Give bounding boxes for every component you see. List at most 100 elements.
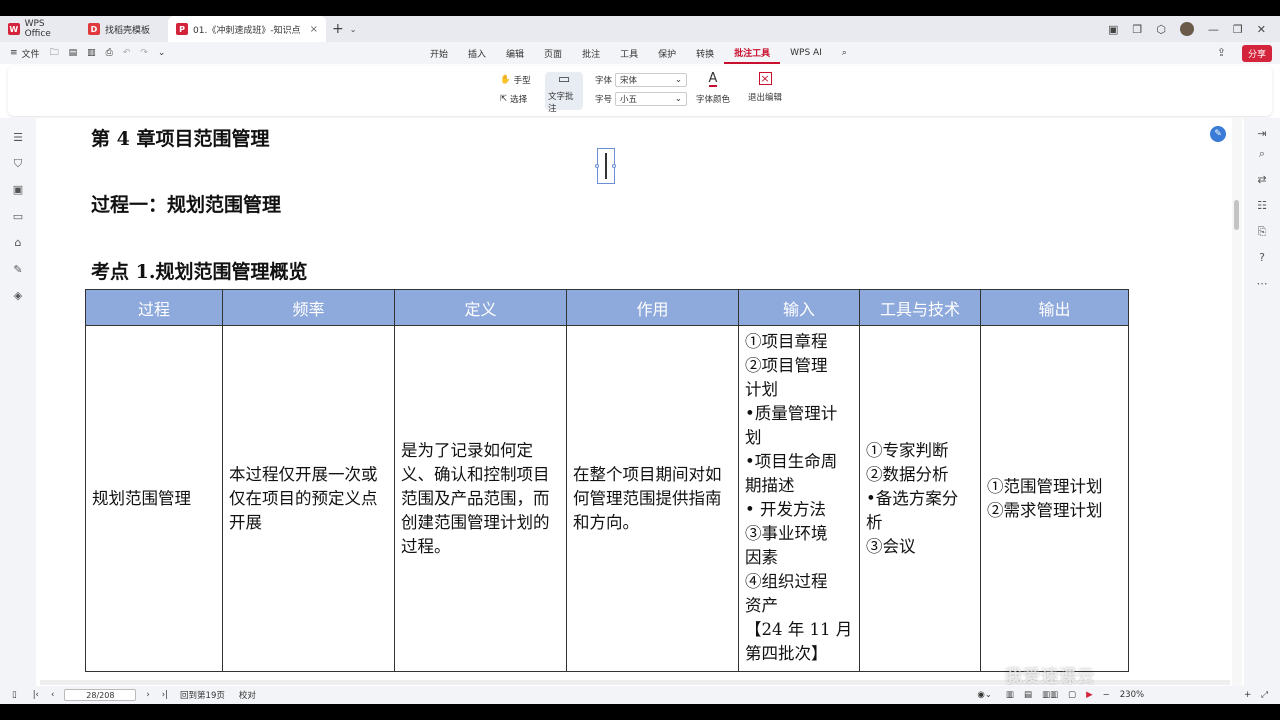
search-icon[interactable]: ⌕: [1256, 148, 1268, 160]
single-page-icon[interactable]: ▥: [1006, 690, 1014, 700]
cell-definition: 是为了记录如何定义、确认和控制项目范围及产品范围，而创建范围管理计划的过程。: [394, 325, 567, 672]
page-number-input[interactable]: 28/208: [64, 689, 137, 701]
screenshot-icon[interactable]: ▣: [1108, 23, 1118, 36]
window-mode-icon[interactable]: ❐: [1132, 23, 1142, 36]
first-page-icon[interactable]: |‹: [33, 690, 39, 700]
proofread-button[interactable]: 校对: [239, 689, 256, 701]
cloud-sync-icon[interactable]: ⇪: [1217, 46, 1226, 59]
layers-icon[interactable]: ◈: [12, 290, 24, 302]
redo-icon[interactable]: ↷: [140, 48, 148, 58]
goto-page-link[interactable]: 回到第19页: [180, 689, 225, 701]
menu-icon[interactable]: ≡: [10, 48, 18, 58]
zoom-level[interactable]: 230%: [1120, 690, 1144, 700]
tab-insert[interactable]: 插入: [458, 42, 496, 64]
translate-icon[interactable]: ⇄: [1256, 174, 1268, 186]
new-tab-icon[interactable]: +: [326, 21, 350, 37]
thumbnail-icon[interactable]: ▣: [12, 184, 24, 196]
close-tab-icon[interactable]: ×: [310, 24, 318, 35]
cell-inputs: ①项目章程 ②项目管理 计划 •质量管理计 划 •项目生命周 期描述 • 开发方…: [738, 325, 860, 672]
text-comment-button[interactable]: ▭ 文字批注: [548, 72, 580, 114]
tab-convert[interactable]: 转换: [686, 42, 724, 64]
tag-icon[interactable]: ⌂: [12, 237, 24, 249]
tab-edit[interactable]: 编辑: [496, 42, 534, 64]
zoom-out-icon[interactable]: −: [1103, 690, 1110, 700]
resize-handle[interactable]: [612, 164, 616, 168]
float-tool-icon[interactable]: ✎: [1210, 126, 1226, 142]
cursor-icon: ⇱: [500, 94, 508, 104]
wps-logo-icon: W: [8, 23, 20, 35]
collapse-icon[interactable]: ⇥: [1256, 128, 1268, 140]
tab-label: WPS Office: [24, 19, 51, 39]
export-doc-icon[interactable]: ⎘: [1256, 226, 1268, 238]
settings-sliders-icon[interactable]: ☷: [1256, 200, 1268, 212]
share-button[interactable]: 分享: [1241, 45, 1272, 62]
bookmark-icon[interactable]: ⛉: [12, 158, 24, 170]
hand-icon: ✋: [500, 75, 511, 85]
continuous-icon[interactable]: ▤: [1024, 690, 1032, 700]
undo-icon[interactable]: ↶: [123, 48, 131, 58]
exit-edit-button[interactable]: × 退出编辑: [746, 72, 784, 103]
tool-line: 析: [866, 512, 883, 532]
size-select[interactable]: 小五 ⌄: [615, 92, 688, 106]
resize-handle[interactable]: [595, 164, 599, 168]
save-icon[interactable]: ▤: [69, 48, 78, 58]
input-line: 因素: [745, 548, 778, 567]
tab-wps-ai[interactable]: WPS AI: [780, 42, 832, 64]
double-page-icon[interactable]: ▥▥: [1042, 690, 1058, 700]
tab-label: 找稻壳模板: [105, 25, 151, 36]
cube-icon[interactable]: ⬡: [1156, 23, 1166, 36]
help-icon[interactable]: ?: [1256, 252, 1268, 264]
tab-protect[interactable]: 保护: [648, 42, 686, 64]
next-page-icon[interactable]: ›: [146, 690, 149, 700]
font-color-button[interactable]: A 字体颜色: [692, 72, 734, 105]
tab-wps-home[interactable]: W WPS Office: [0, 16, 80, 42]
tab-tools[interactable]: 工具: [610, 42, 648, 64]
tab-docer-template[interactable]: D 找稻壳模板: [80, 16, 168, 42]
vertical-scrollbar[interactable]: [1232, 118, 1242, 686]
file-menu[interactable]: 文件: [22, 47, 40, 60]
search-icon[interactable]: ⌕: [832, 42, 857, 64]
outline-icon[interactable]: ☰: [12, 132, 24, 144]
input-line: 资产: [745, 596, 778, 615]
close-window-icon[interactable]: ✕: [1257, 23, 1266, 36]
input-line: 计划: [745, 380, 778, 399]
chevron-down-icon: ⌄: [674, 75, 683, 85]
select-tool[interactable]: ⇱ 选择: [500, 93, 527, 105]
input-line: ③事业环境: [745, 524, 828, 543]
font-label: 字体: [595, 76, 613, 86]
eye-mode-icon[interactable]: ◉⌄: [977, 690, 992, 700]
hand-tool[interactable]: ✋ 手型: [500, 74, 531, 86]
minimize-icon[interactable]: —: [1208, 23, 1219, 36]
more-icon[interactable]: ⋯: [1256, 278, 1268, 290]
sidebar-toggle-icon[interactable]: ▯: [12, 690, 17, 700]
fullscreen-icon[interactable]: ⤢: [1261, 690, 1268, 700]
play-icon[interactable]: ▶: [1086, 690, 1093, 700]
input-line: • 开发方法: [745, 500, 826, 519]
tab-start[interactable]: 开始: [420, 42, 458, 64]
output-line: ①范围管理计划: [987, 476, 1103, 496]
more-dropdown-icon[interactable]: ⌄: [158, 48, 166, 58]
top-black-bar: [0, 0, 1280, 16]
signature-icon[interactable]: ✎: [12, 264, 24, 276]
print-icon[interactable]: ⎙: [106, 48, 113, 58]
zoom-in-icon[interactable]: +: [1244, 690, 1251, 700]
scrollbar-thumb[interactable]: [1234, 200, 1239, 230]
font-select[interactable]: 宋体 ⌄: [615, 73, 688, 87]
watermark: 我爱速课云: [1005, 667, 1095, 687]
size-value: 小五: [620, 95, 638, 105]
last-page-icon[interactable]: ›|: [162, 690, 168, 700]
menu-bar: ≡ 文件 🗀 ▤ ▥ ⎙ ↶ ↷ ⌄ 开始 插入 编辑 页面 批注 工具 保护 …: [0, 42, 1280, 64]
tab-comment[interactable]: 批注: [572, 42, 610, 64]
open-icon[interactable]: 🗀: [50, 45, 59, 61]
tab-dropdown-icon[interactable]: ⌄: [350, 25, 357, 34]
tab-page[interactable]: 页面: [534, 42, 572, 64]
size-row: 字号 小五 ⌄: [595, 92, 688, 106]
fit-icon[interactable]: ▢: [1068, 690, 1076, 700]
tab-document[interactable]: P 01.《冲刺速成班》-知识点 ×: [168, 16, 326, 42]
export-icon[interactable]: ▥: [87, 48, 96, 58]
tab-comment-tools[interactable]: 批注工具: [724, 42, 781, 64]
restore-icon[interactable]: ❐: [1233, 23, 1243, 36]
avatar[interactable]: [1179, 22, 1194, 36]
prev-page-icon[interactable]: ‹: [51, 690, 54, 700]
comment-icon[interactable]: ▭: [12, 211, 24, 223]
